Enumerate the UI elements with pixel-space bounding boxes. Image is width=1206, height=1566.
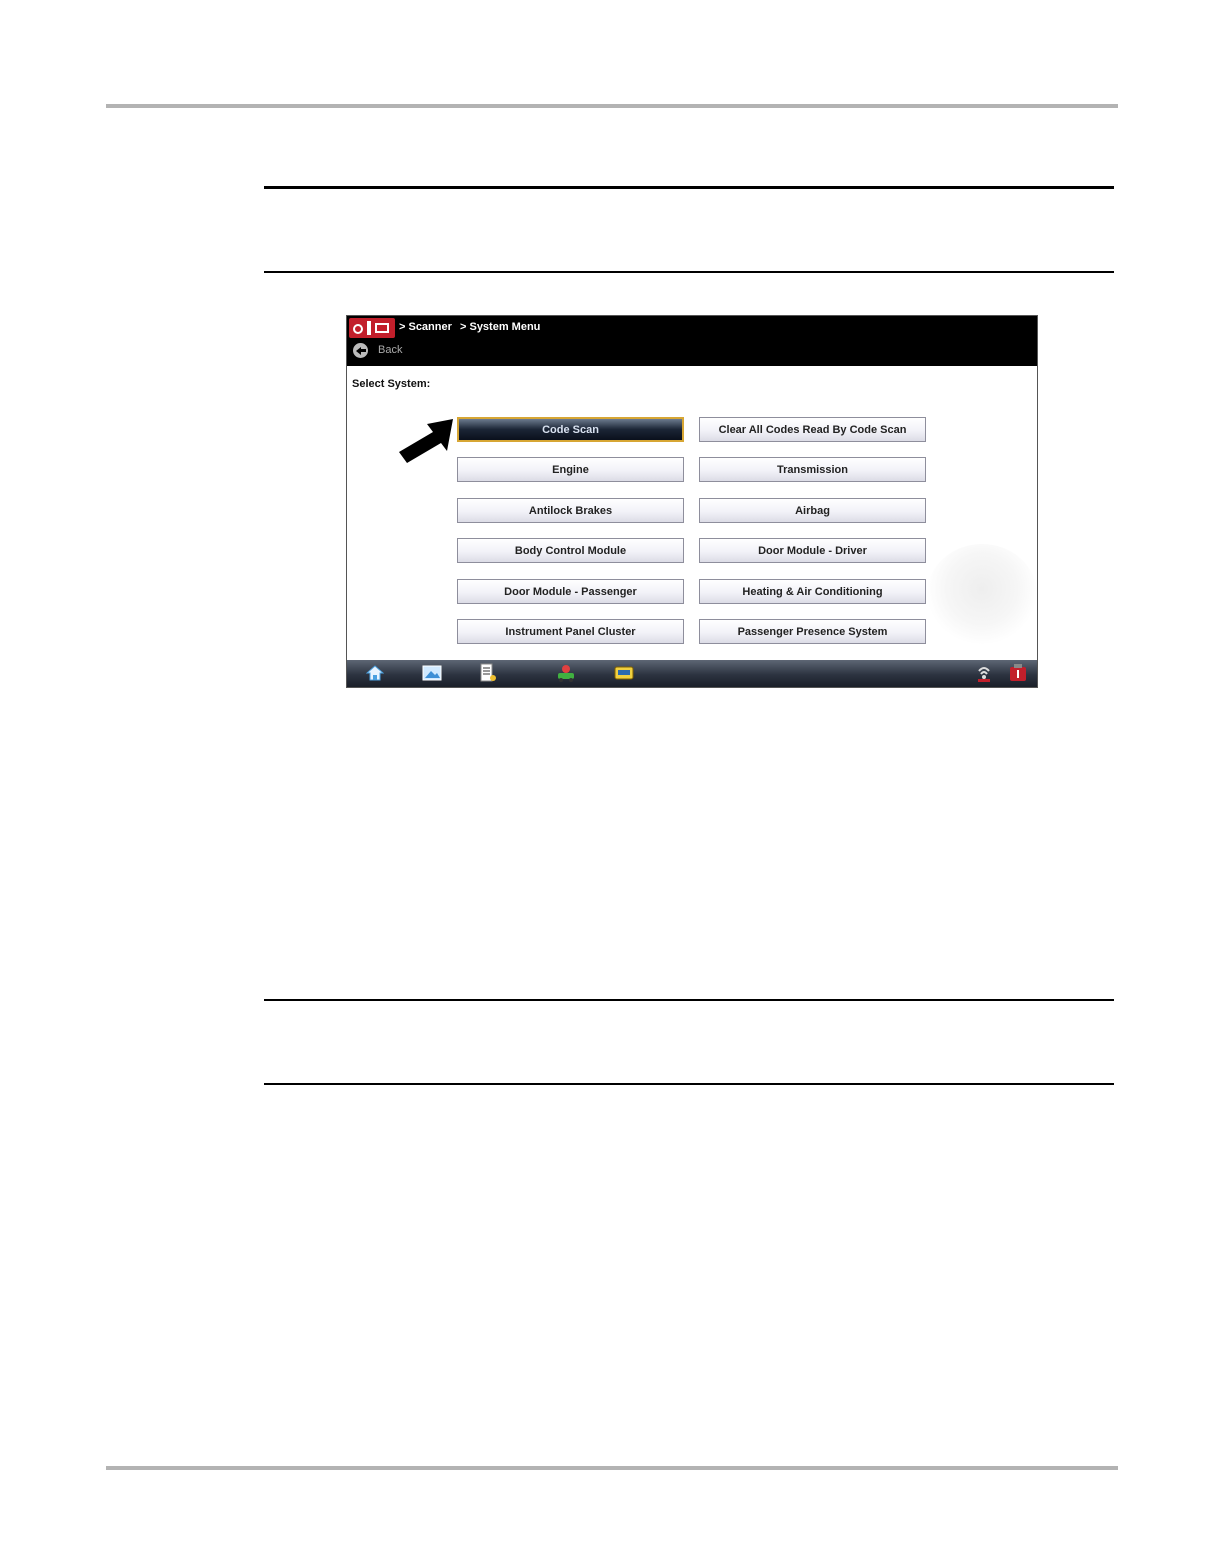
engine-button[interactable]: Engine — [457, 457, 684, 482]
door-module-driver-button[interactable]: Door Module - Driver — [699, 538, 926, 563]
airbag-button[interactable]: Airbag — [699, 498, 926, 523]
page-footer-rule — [106, 1466, 1118, 1470]
section-bottom-rule — [264, 1083, 1114, 1085]
vehicle-id-icon[interactable] — [555, 663, 577, 683]
background-decoration — [927, 544, 1037, 644]
pointer-arrow-icon — [399, 419, 453, 463]
page-header-rule — [106, 104, 1118, 108]
body-control-module-button[interactable]: Body Control Module — [457, 538, 684, 563]
heating-air-conditioning-button[interactable]: Heating & Air Conditioning — [699, 579, 926, 604]
clear-all-codes-button[interactable]: Clear All Codes Read By Code Scan — [699, 417, 926, 442]
code-scan-button[interactable]: Code Scan — [457, 417, 684, 442]
connection-icon[interactable] — [973, 663, 995, 683]
breadcrumb-system-menu[interactable]: > System Menu — [460, 321, 540, 333]
power-icon[interactable] — [1007, 663, 1029, 683]
instrument-panel-cluster-button[interactable]: Instrument Panel Cluster — [457, 619, 684, 644]
note-bottom-rule — [264, 271, 1114, 273]
data-list-icon[interactable] — [477, 663, 499, 683]
note-top-rule — [264, 186, 1114, 189]
home-logo-icon[interactable] — [349, 318, 395, 338]
screen-capture-icon[interactable] — [421, 663, 443, 683]
taskbar — [347, 660, 1037, 687]
antilock-brakes-button[interactable]: Antilock Brakes — [457, 498, 684, 523]
passenger-presence-system-button[interactable]: Passenger Presence System — [699, 619, 926, 644]
transmission-button[interactable]: Transmission — [699, 457, 926, 482]
back-button[interactable]: Back — [378, 344, 402, 356]
title-bar: > Scanner > System Menu Back — [347, 316, 1037, 366]
section-top-rule — [264, 999, 1114, 1001]
back-arrow-icon[interactable] — [353, 343, 368, 358]
select-system-label: Select System: — [352, 378, 431, 390]
breadcrumb-scanner[interactable]: > Scanner — [399, 321, 452, 333]
home-icon[interactable] — [364, 663, 386, 683]
door-module-passenger-button[interactable]: Door Module - Passenger — [457, 579, 684, 604]
scanner-screenshot: > Scanner > System Menu Back Select Syst… — [346, 315, 1038, 688]
scanner-icon[interactable] — [613, 663, 635, 683]
